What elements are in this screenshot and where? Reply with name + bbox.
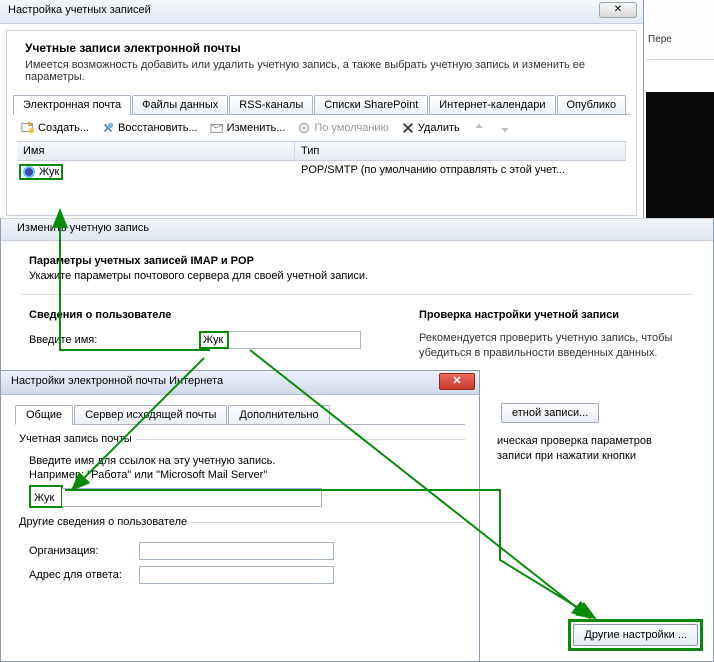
account-settings-window: Настройка учетных записей ✕ Учетные запи…: [0, 0, 644, 220]
default-label: По умолчанию: [314, 122, 388, 134]
name-label: Введите имя:: [29, 334, 199, 346]
other-user-info-fieldset: Другие сведения о пользователе Организац…: [15, 516, 465, 584]
edit-button[interactable]: Изменить...: [206, 119, 290, 137]
table-row[interactable]: Жук POP/SMTP (по умолчанию отправлять с …: [17, 161, 626, 184]
accounts-toolbar: Создать... Восстановить... Изменить... П…: [7, 115, 636, 139]
internet-email-settings-window: Настройки электронной почты Интернета ✕ …: [0, 370, 480, 662]
intro-title: Учетные записи электронной почты: [25, 41, 618, 55]
account-name: Жук: [39, 166, 59, 178]
move-up-button[interactable]: [468, 119, 490, 137]
move-down-button[interactable]: [494, 119, 516, 137]
ribbon-fragment: Пере: [646, 0, 714, 60]
account-name-input[interactable]: [62, 488, 322, 507]
other-settings-label: Другие настройки ...: [584, 629, 687, 641]
other-settings-highlight: Другие настройки ...: [568, 619, 703, 651]
autocheck-text2: записи при нажатии кнопки: [497, 450, 636, 462]
edit-icon: [210, 121, 224, 135]
set-default-button[interactable]: По умолчанию: [293, 119, 392, 137]
default-account-icon: [23, 166, 35, 178]
change-account-titlebar: Изменить учетную запись: [1, 219, 713, 241]
delete-icon: [401, 121, 415, 135]
tab-outgoing[interactable]: Сервер исходящей почты: [74, 405, 227, 424]
repair-icon: [101, 121, 115, 135]
account-desc1: Введите имя для ссылок на эту учетную за…: [29, 455, 465, 467]
tab-published[interactable]: Опублико: [557, 95, 627, 114]
arrow-up-icon: [472, 121, 486, 135]
internet-email-title: Настройки электронной почты Интернета: [11, 375, 223, 387]
tab-sharepoint[interactable]: Списки SharePoint: [314, 95, 428, 114]
reply-label: Адрес для ответа:: [29, 569, 139, 581]
col-name[interactable]: Имя: [17, 142, 295, 160]
user-info-section: Сведения о пользователе: [29, 309, 389, 321]
mail-account-fieldset: Учетная запись почты Введите имя для ссы…: [15, 433, 465, 508]
params-title: Параметры учетных записей IMAP и POP: [29, 255, 693, 267]
repair-button[interactable]: Восстановить...: [97, 119, 202, 137]
autocheck-text1: ическая проверка параметров: [497, 435, 652, 447]
delete-label: Удалить: [418, 122, 460, 134]
check-info: Рекомендуется проверить учетную запись, …: [419, 331, 693, 361]
test-account-label: етной записи...: [512, 407, 588, 419]
close-icon: ✕: [614, 4, 622, 15]
tab-advanced[interactable]: Дополнительно: [228, 405, 329, 424]
account-settings-titlebar: Настройка учетных записей ✕: [0, 0, 643, 24]
internet-email-tabs: Общие Сервер исходящей почты Дополнитель…: [15, 405, 465, 425]
mail-account-legend: Учетная запись почты: [15, 433, 136, 445]
account-settings-title: Настройка учетных записей: [8, 4, 151, 16]
tab-general[interactable]: Общие: [15, 405, 73, 425]
tab-email[interactable]: Электронная почта: [13, 95, 131, 115]
accounts-table-header: Имя Тип: [17, 141, 626, 161]
close-button[interactable]: ✕: [599, 2, 637, 18]
tab-data-files[interactable]: Файлы данных: [132, 95, 228, 114]
test-account-button[interactable]: етной записи...: [501, 403, 599, 423]
org-input[interactable]: [139, 542, 334, 560]
tab-internet-cal[interactable]: Интернет-календари: [429, 95, 555, 114]
delete-button[interactable]: Удалить: [397, 119, 464, 137]
account-name-highlight: Жук: [19, 164, 63, 180]
account-tabs: Электронная почта Файлы данных RSS-канал…: [13, 95, 630, 115]
check-section: Проверка настройки учетной записи: [419, 309, 693, 321]
internet-email-titlebar: Настройки электронной почты Интернета ✕: [1, 371, 479, 395]
intro-text: Имеется возможность добавить или удалить…: [25, 59, 618, 83]
account-name-highlight: [29, 485, 63, 508]
account-desc2: Например: "Работа" или "Microsoft Mail S…: [29, 469, 465, 481]
edit-label: Изменить...: [227, 122, 286, 134]
create-button[interactable]: Создать...: [17, 119, 93, 137]
close-icon: ✕: [452, 375, 461, 387]
col-type[interactable]: Тип: [295, 142, 626, 160]
arrow-down-icon: [498, 121, 512, 135]
default-icon: [297, 121, 311, 135]
change-account-title: Изменить учетную запись: [17, 222, 149, 234]
name-input[interactable]: [199, 331, 361, 349]
org-label: Организация:: [29, 545, 139, 557]
reply-input[interactable]: [139, 566, 334, 584]
account-name-input-highlighted[interactable]: [31, 489, 61, 506]
create-label: Создать...: [38, 122, 89, 134]
other-settings-button[interactable]: Другие настройки ...: [573, 624, 698, 646]
repair-label: Восстановить...: [118, 122, 198, 134]
close-button[interactable]: ✕: [439, 373, 475, 390]
other-user-info-legend: Другие сведения о пользователе: [15, 516, 191, 528]
params-text: Укажите параметры почтового сервера для …: [29, 270, 693, 282]
account-type: POP/SMTP (по умолчанию отправлять с этой…: [295, 161, 626, 184]
new-icon: [21, 121, 35, 135]
tab-rss[interactable]: RSS-каналы: [229, 95, 313, 114]
ribbon-label: Пере: [648, 34, 714, 45]
